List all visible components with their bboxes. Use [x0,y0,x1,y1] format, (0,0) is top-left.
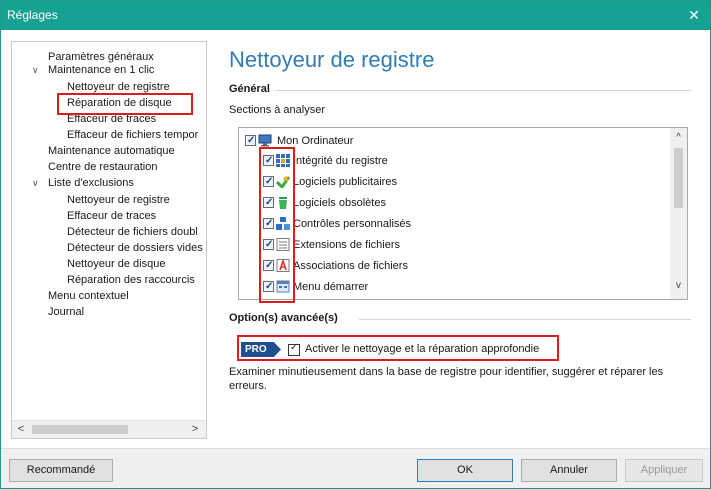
list-item-label: Menu démarrer [293,281,369,293]
tree-item-registry-cleaner[interactable]: Nettoyeur de registre [67,81,170,94]
window-title: Réglages [7,8,58,22]
settings-window: Réglages ✕ Paramètres généraux ∨ Mainten… [0,0,711,489]
section-divider [275,90,691,91]
deep-clean-label[interactable]: Activer le nettoyage et la réparation ap… [305,343,539,355]
scrollbar-thumb[interactable] [674,148,683,208]
tree-item-general-settings[interactable]: Paramètres généraux [48,51,154,64]
sections-label: Sections à analyser [229,104,325,116]
tree-item-one-click-maintenance[interactable]: Maintenance en 1 clic [48,64,154,77]
file-extensions-icon [276,238,290,251]
vertical-scrollbar[interactable]: ^ v [670,128,687,299]
scrollbar-thumb[interactable] [32,425,128,434]
scroll-left-icon[interactable]: < [14,423,28,435]
tree-item-shortcut-repair[interactable]: Réparation des raccourcis [67,274,195,287]
list-item-label: Extensions de fichiers [293,239,400,251]
checkbox[interactable] [263,194,274,212]
list-item-label: Contrôles personnalisés [293,218,412,230]
list-item-label: Intégrité du registre [293,155,388,167]
ok-button[interactable]: OK [417,459,513,482]
tree-item-disk-repair[interactable]: Réparation de disque [67,97,172,110]
recommended-button[interactable]: Recommandé [9,459,113,482]
list-item[interactable]: Logiciels obsolètes [263,194,663,212]
tree-item-empty-folders-finder[interactable]: Détecteur de dossiers vides [67,242,203,255]
page-title: Nettoyeur de registre [229,47,435,72]
list-item[interactable]: Associations de fichiers [263,257,663,275]
checkbox[interactable] [263,173,274,191]
registry-integrity-icon [276,154,290,167]
tree-item-disk-cleaner[interactable]: Nettoyeur de disque [67,258,165,271]
scroll-right-icon[interactable]: > [188,423,202,435]
tree-item-journal[interactable]: Journal [48,306,84,319]
list-item-label: Logiciels obsolètes [293,197,386,209]
tree-item-auto-maintenance[interactable]: Maintenance automatique [48,145,175,158]
title-bar: Réglages ✕ [1,1,710,30]
advanced-heading: Option(s) avancée(s) [229,312,338,324]
apply-button[interactable]: Appliquer [625,459,703,482]
computer-icon [258,134,272,147]
list-item[interactable]: Menu démarrer [263,278,663,296]
list-item[interactable]: Logiciels publicitaires [263,173,663,191]
custom-controls-icon [276,217,290,230]
checkbox[interactable] [263,257,274,275]
start-menu-icon [276,280,290,293]
obsolete-software-icon [279,197,287,209]
option-description: Examiner minutieusement dans la base de … [229,366,664,392]
checkbox[interactable] [263,152,274,170]
adware-icon [276,176,290,188]
list-item-root[interactable]: Mon Ordinateur [243,132,663,150]
close-icon[interactable]: ✕ [686,7,702,23]
list-item[interactable]: Intégrité du registre [263,152,663,170]
pro-badge: PRO [241,342,281,357]
tree-item-excl-traces-eraser[interactable]: Effaceur de traces [67,210,156,223]
sections-list[interactable]: Mon Ordinateur Intégrité du registre Log… [238,127,688,300]
deep-clean-checkbox[interactable] [288,342,300,356]
section-divider [359,319,691,320]
list-item[interactable]: Contrôles personnalisés [263,215,663,233]
tree-item-context-menu[interactable]: Menu contextuel [48,290,129,303]
tree-item-traces-eraser[interactable]: Effaceur de traces [67,113,156,126]
list-item-label: Logiciels publicitaires [293,176,397,188]
chevron-down-icon[interactable]: ∨ [32,65,39,76]
list-item[interactable]: Extensions de fichiers [263,236,663,254]
list-item-label: Mon Ordinateur [277,135,354,147]
tree-item-exclusion-list[interactable]: Liste d'exclusions [48,177,134,190]
cancel-button[interactable]: Annuler [521,459,617,482]
tree-item-restore-center[interactable]: Centre de restauration [48,161,157,174]
file-associations-icon [276,259,290,272]
checkbox[interactable] [263,215,274,233]
list-item-label: Associations de fichiers [293,260,408,272]
scroll-up-icon[interactable]: ^ [672,132,685,143]
tree-item-temp-files-eraser[interactable]: Effaceur de fichiers tempor [67,129,198,142]
horizontal-scrollbar[interactable]: < > [12,420,206,438]
dialog-footer: Recommandé OK Annuler Appliquer [1,448,710,488]
chevron-down-icon[interactable]: ∨ [32,178,39,189]
checkbox[interactable] [263,236,274,254]
general-heading: Général [229,83,270,95]
settings-tree[interactable]: Paramètres généraux ∨ Maintenance en 1 c… [11,41,207,439]
tree-item-excl-registry-cleaner[interactable]: Nettoyeur de registre [67,194,170,207]
scroll-down-icon[interactable]: v [672,280,685,291]
checkbox-root[interactable] [245,132,256,150]
checkbox[interactable] [263,278,274,296]
tree-item-duplicate-finder[interactable]: Détecteur de fichiers doubl [67,226,198,239]
